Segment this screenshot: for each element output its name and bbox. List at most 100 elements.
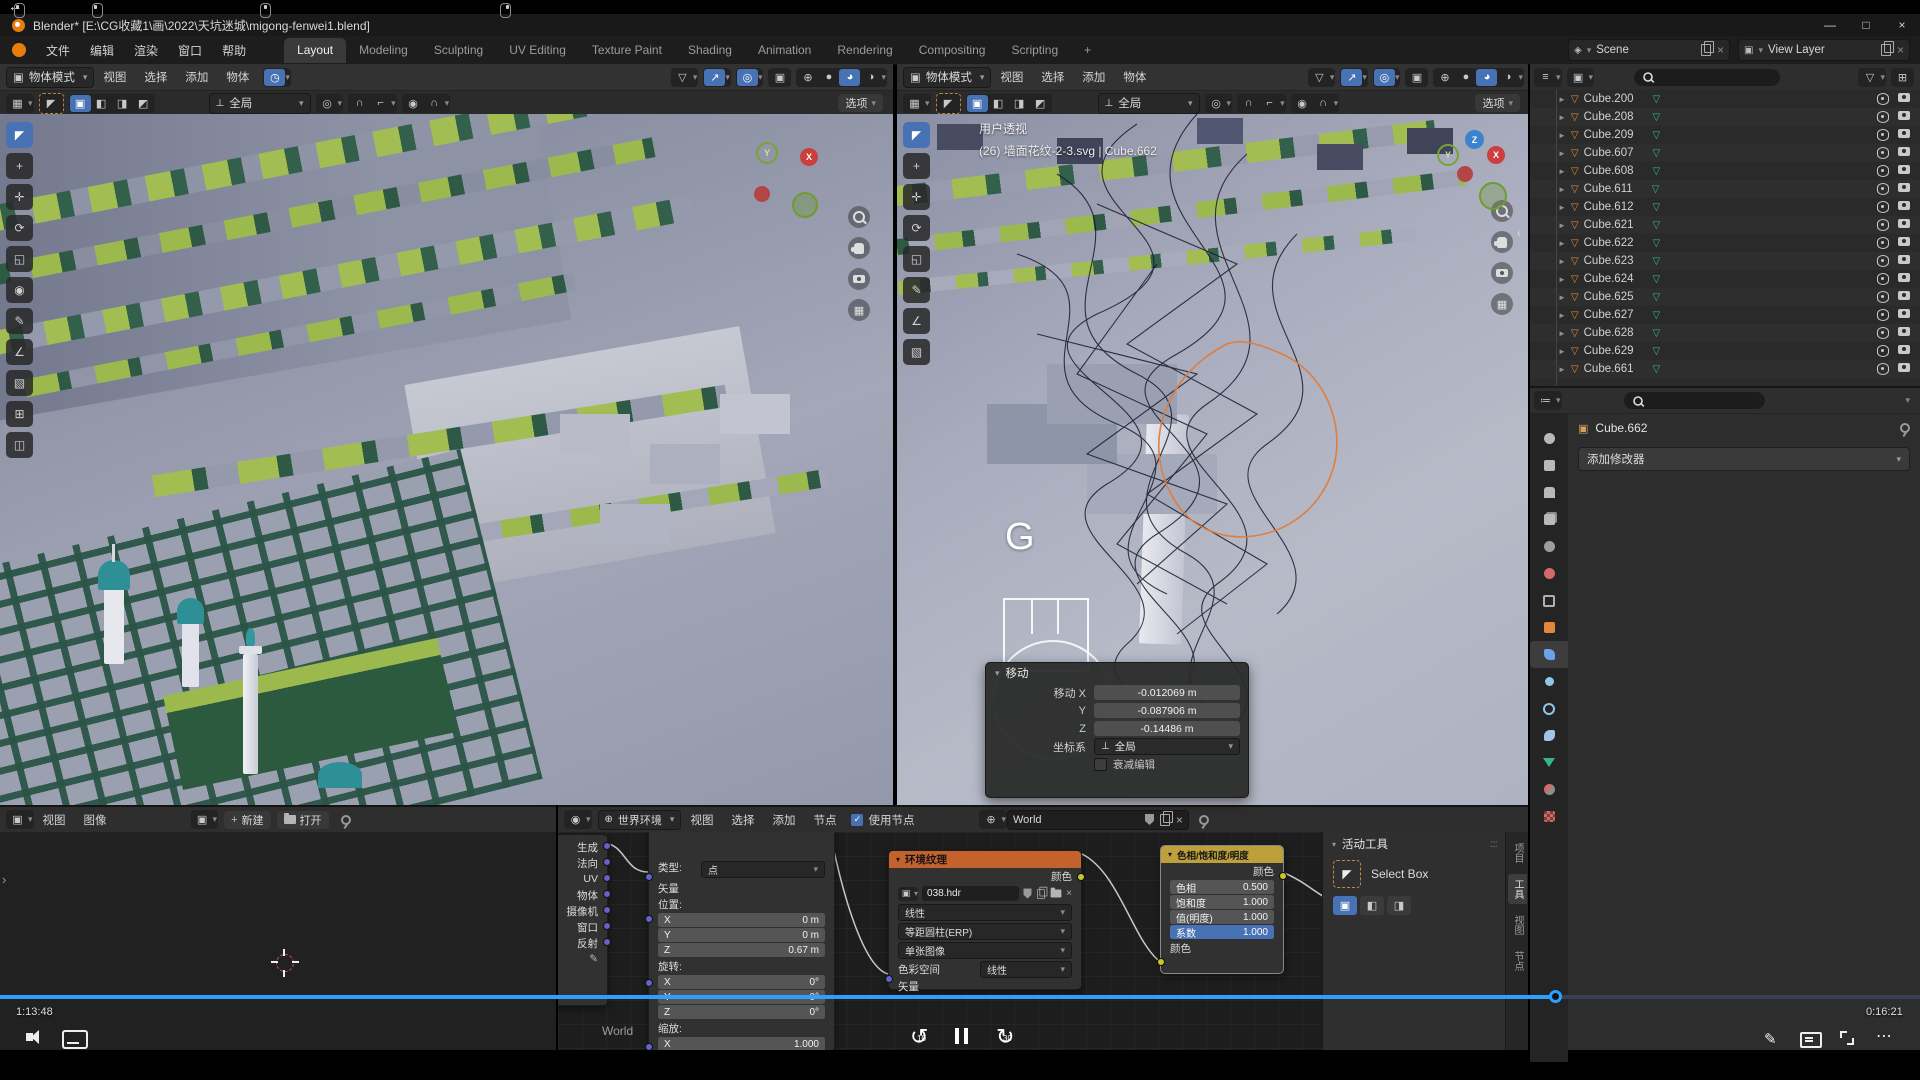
- disable-render-icon[interactable]: [1898, 309, 1910, 318]
- expand-icon[interactable]: ►: [1558, 311, 1566, 320]
- expand-icon[interactable]: ►: [1558, 203, 1566, 212]
- outliner-row[interactable]: ►▽Cube.209▽: [1530, 126, 1920, 144]
- select-mode-subtract-icon[interactable]: ◨: [1009, 95, 1030, 112]
- output-socket[interactable]: [603, 874, 611, 882]
- outliner-scope-icon[interactable]: ▣: [1568, 69, 1589, 86]
- color-input-socket[interactable]: [1157, 958, 1165, 966]
- outliner-row[interactable]: ►▽Cube.608▽: [1530, 162, 1920, 180]
- remove-view-layer-icon[interactable]: ×: [1897, 43, 1904, 57]
- image-editor-type-icon[interactable]: ▣: [7, 811, 28, 828]
- menu-window[interactable]: 窗口: [178, 42, 202, 59]
- object-name[interactable]: Cube.625: [1584, 291, 1634, 303]
- hue-field[interactable]: 色相0.500: [1170, 880, 1274, 894]
- menu-file[interactable]: 文件: [46, 42, 70, 59]
- select-mode-invert-icon[interactable]: ◩: [133, 95, 154, 112]
- tab-texture-paint[interactable]: Texture Paint: [579, 38, 675, 63]
- image-editor-canvas[interactable]: ›: [0, 832, 556, 1050]
- outliner-row[interactable]: ►▽Cube.625▽: [1530, 288, 1920, 306]
- gizmos-toggle-icon[interactable]: ↗: [1341, 69, 1362, 86]
- more-options-icon[interactable]: ⋯: [1876, 1026, 1892, 1046]
- texture-coordinate-node[interactable]: 生成 法向 UV 物体 摄像机 窗口 反射 ✎: [558, 834, 608, 1006]
- outliner-display-mode-icon[interactable]: ≡: [1535, 69, 1556, 86]
- output-socket[interactable]: [603, 922, 611, 930]
- viewport-right-menu-object[interactable]: 物体: [1123, 69, 1146, 85]
- properties-breadcrumb[interactable]: Cube.662: [1595, 421, 1647, 435]
- hide-viewport-icon[interactable]: [1877, 291, 1889, 303]
- snap-magnet-icon[interactable]: ∩: [1238, 95, 1259, 112]
- viewport-left-menu-object[interactable]: 物体: [226, 69, 249, 85]
- mapping-type-dropdown[interactable]: 点▾: [701, 861, 825, 878]
- hide-viewport-icon[interactable]: [1877, 165, 1889, 177]
- expand-icon[interactable]: ►: [1558, 221, 1566, 230]
- selectability-filter-icon[interactable]: ▽: [672, 69, 693, 86]
- blender-menu-icon[interactable]: [12, 43, 26, 57]
- pan-hand-icon[interactable]: [848, 237, 870, 259]
- mapping-node[interactable]: 类型: 点▾ 矢量 位置: X0 m Y0 m Z0.67 m 旋转: X0° …: [648, 832, 835, 1050]
- tool-scale[interactable]: ◱: [6, 246, 33, 272]
- pan-hand-icon[interactable]: [1491, 231, 1513, 253]
- tab-animation[interactable]: Animation: [745, 38, 824, 63]
- scale-input-socket[interactable]: [645, 1043, 653, 1050]
- image-pin-icon[interactable]: [341, 815, 351, 825]
- properties-tab-object[interactable]: [1530, 614, 1568, 641]
- scale-x-field[interactable]: X1.000: [658, 1037, 825, 1050]
- unlink-data-icon[interactable]: ×: [1176, 813, 1183, 827]
- properties-editor-type-icon[interactable]: ≔: [1535, 392, 1556, 409]
- expand-icon[interactable]: ►: [1558, 365, 1566, 374]
- viewport-right-menu-select[interactable]: 选择: [1041, 69, 1064, 85]
- minimize-button[interactable]: —: [1812, 14, 1848, 36]
- outliner-row[interactable]: ►▽Cube.200▽: [1530, 90, 1920, 108]
- rewind-10-button[interactable]: ↺10: [910, 1026, 928, 1048]
- n-tab-tool[interactable]: 工具: [1508, 874, 1527, 904]
- hide-viewport-icon[interactable]: [1877, 129, 1889, 141]
- active-tool-icon[interactable]: ◤: [938, 95, 959, 112]
- object-name[interactable]: Cube.622: [1584, 237, 1634, 249]
- move-z-field[interactable]: -0.14486 m: [1094, 721, 1240, 736]
- tool-transform[interactable]: ◉: [6, 277, 33, 303]
- select-mode-extend-icon[interactable]: ◧: [988, 95, 1009, 112]
- image-open-button[interactable]: 打开: [277, 811, 329, 829]
- hide-viewport-icon[interactable]: [1877, 147, 1889, 159]
- shading-solid-icon[interactable]: ●: [1455, 69, 1476, 86]
- volume-icon[interactable]: [26, 1030, 39, 1044]
- shader-editor-type-icon[interactable]: ◉: [565, 811, 586, 828]
- properties-tab-constraints[interactable]: [1530, 722, 1568, 749]
- tab-sculpting[interactable]: Sculpting: [421, 38, 496, 63]
- overlays-toggle-icon[interactable]: ◎: [1374, 69, 1395, 86]
- shading-wireframe-icon[interactable]: ⊕: [1434, 69, 1455, 86]
- new-collection-icon[interactable]: ⊞: [1892, 69, 1913, 86]
- projection-dropdown[interactable]: 等距圆柱(ERP)▾: [898, 923, 1072, 940]
- keyboard-shortcuts-icon[interactable]: [1800, 1032, 1822, 1048]
- rotation-x-field[interactable]: X0°: [658, 975, 825, 989]
- disable-render-icon[interactable]: [1898, 255, 1910, 264]
- annotate-video-icon[interactable]: ✎: [1764, 1030, 1777, 1048]
- shader-menu-view[interactable]: 视图: [690, 812, 713, 828]
- pause-button[interactable]: [952, 1028, 970, 1044]
- shading-solid-icon[interactable]: ●: [818, 69, 839, 86]
- location-x-field[interactable]: X0 m: [658, 913, 825, 927]
- outliner-row[interactable]: ►▽Cube.628▽: [1530, 324, 1920, 342]
- world-data-icon[interactable]: ⊕: [980, 811, 1001, 828]
- tool-measure[interactable]: ∠: [6, 339, 33, 365]
- color-output-socket[interactable]: [1279, 872, 1287, 880]
- output-socket[interactable]: [603, 858, 611, 866]
- viewport-left-menu-add[interactable]: 添加: [185, 69, 208, 85]
- pin-id-icon[interactable]: [1900, 423, 1910, 433]
- tool-move[interactable]: ✛: [6, 184, 33, 210]
- image-menu-view[interactable]: 视图: [43, 812, 66, 828]
- unlink-scene-icon[interactable]: ×: [1717, 43, 1724, 57]
- add-workspace-button[interactable]: +: [1071, 38, 1104, 63]
- expand-icon[interactable]: ►: [1558, 293, 1566, 302]
- expand-icon[interactable]: ►: [1558, 275, 1566, 284]
- outliner-row[interactable]: ►▽Cube.612▽: [1530, 198, 1920, 216]
- disable-render-icon[interactable]: [1898, 363, 1910, 372]
- new-view-layer-icon[interactable]: [1881, 44, 1891, 56]
- image-new-button[interactable]: +新建: [224, 811, 270, 829]
- gizmo-z-axis[interactable]: Z: [1465, 130, 1484, 149]
- output-socket[interactable]: [603, 938, 611, 946]
- output-socket[interactable]: [603, 890, 611, 898]
- outliner-row[interactable]: ►▽Cube.661▽: [1530, 360, 1920, 378]
- hide-viewport-icon[interactable]: [1877, 237, 1889, 249]
- properties-tab-tool[interactable]: [1530, 425, 1568, 452]
- hide-viewport-icon[interactable]: [1877, 219, 1889, 231]
